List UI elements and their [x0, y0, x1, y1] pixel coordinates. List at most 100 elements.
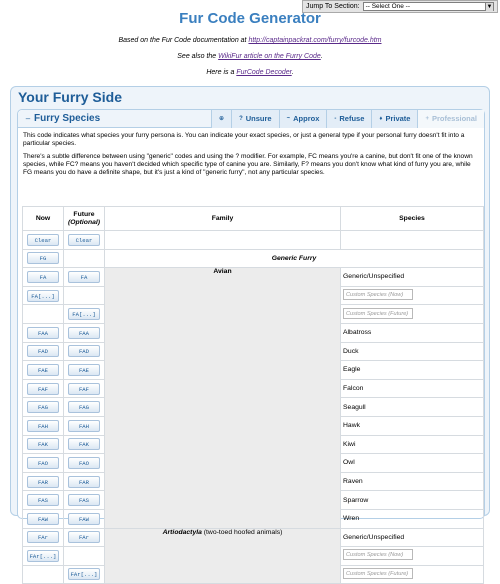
tab-refuse[interactable]: - Refuse: [326, 109, 372, 128]
code-button[interactable]: FAO: [68, 456, 100, 469]
species-name: Albatross: [340, 322, 484, 343]
family-avian: Avian: [104, 267, 341, 529]
clear-now-button[interactable]: Clear: [27, 233, 59, 246]
section-description-2: There's a subtle difference between usin…: [23, 153, 473, 176]
jump-label: Jump To Section:: [306, 3, 360, 10]
section-title: Furry Species: [34, 113, 101, 124]
intro-line-3: Here is a FurCode Decoder.: [0, 69, 500, 76]
custom-species-future-input[interactable]: Custom Species (Future): [343, 567, 413, 579]
tab-professional[interactable]: + Professional: [417, 109, 484, 128]
section-description-1: This code indicates what species your fu…: [23, 132, 465, 147]
family-artiodactyla-desc: (two-toed hoofed animals): [201, 528, 283, 536]
tab-add[interactable]: ⊕: [211, 109, 232, 128]
code-button[interactable]: FAS: [27, 494, 59, 507]
custom-species-now-input[interactable]: Custom Species (Now): [343, 289, 413, 301]
jump-selected-value: -- Select One --: [365, 3, 411, 10]
plus-icon: +: [425, 115, 429, 122]
minus-icon: -: [334, 115, 337, 122]
col-future-optional: (Optional): [67, 218, 101, 226]
custom-species-future-input[interactable]: Custom Species (Future): [343, 307, 413, 319]
code-button[interactable]: FAS: [68, 494, 100, 507]
intro-text-3: Here is a: [206, 69, 237, 76]
code-button[interactable]: FA: [68, 270, 100, 283]
diamond-icon: ♦: [379, 115, 383, 122]
code-button[interactable]: FAr: [27, 531, 59, 544]
species-name: Seagull: [340, 397, 484, 417]
species-name: Hawk: [340, 415, 484, 436]
code-button[interactable]: FG: [27, 252, 59, 265]
code-button[interactable]: FAE: [27, 363, 59, 376]
species-table: Now Future (Optional) Family Species Clea…: [22, 206, 484, 584]
table-row: Clear Clear: [22, 230, 484, 250]
species-name: Eagle: [340, 360, 484, 380]
tab-label: Approx: [293, 114, 320, 123]
family-artiodactyla-name: Artiodactyla: [162, 528, 202, 536]
intro-suffix-3: .: [291, 69, 294, 76]
code-button[interactable]: FAW: [27, 512, 59, 525]
intro-suffix-2: .: [320, 53, 323, 60]
species-name: Falcon: [340, 378, 484, 399]
furcode-decoder-link[interactable]: FurCode Decoder: [236, 69, 291, 76]
code-button[interactable]: FAH: [27, 419, 59, 432]
tab-label: Refuse: [339, 114, 365, 123]
col-future-label: Future: [73, 210, 95, 218]
table-row: FA FA Avian Generic/Unspecified: [22, 267, 484, 529]
species-name: Wren: [340, 508, 484, 529]
species-name: Sparrow: [340, 490, 484, 510]
code-button[interactable]: FAE: [68, 363, 100, 376]
tab-label: Professional: [431, 114, 477, 123]
col-now: Now: [22, 206, 64, 231]
intro-text-1: Based on the Fur Code documentation at: [118, 37, 249, 44]
col-future: Future (Optional): [63, 206, 105, 231]
code-button[interactable]: FAO: [27, 456, 59, 469]
code-button[interactable]: FAF: [68, 382, 100, 395]
code-button[interactable]: FAD: [68, 345, 100, 358]
tab-label: Unsure: [245, 114, 272, 123]
section-header: – Furry Species ⊕ ? Unsure ~ Approx - Refus…: [18, 109, 484, 128]
custom-now-button[interactable]: FAr[...]: [27, 549, 59, 562]
code-button[interactable]: FAG: [68, 401, 100, 414]
code-button[interactable]: FAH: [68, 419, 100, 432]
species-name: Generic/Unspecified: [340, 527, 484, 548]
code-button[interactable]: FAA: [27, 326, 59, 339]
custom-species-now-input[interactable]: Custom Species (Now): [343, 549, 413, 561]
code-button[interactable]: FAK: [27, 438, 59, 451]
tab-private[interactable]: ♦ Private: [371, 109, 418, 128]
species-name: Raven: [340, 471, 484, 492]
species-name: Duck: [340, 341, 484, 362]
question-icon: ?: [239, 115, 243, 122]
col-species: Species: [340, 206, 484, 231]
table-header-row: Now Future (Optional) Family Species: [22, 206, 484, 231]
code-button[interactable]: FAK: [68, 438, 100, 451]
intro-line-2: See also the WikiFur article on the Furr…: [0, 53, 500, 60]
tilde-icon: ~: [286, 115, 291, 122]
code-button[interactable]: FAF: [27, 382, 59, 395]
tab-unsure[interactable]: ? Unsure: [231, 109, 279, 128]
species-name: Generic/Unspecified: [340, 267, 484, 287]
code-button[interactable]: FAD: [27, 345, 59, 358]
clear-future-button[interactable]: Clear: [68, 233, 100, 246]
code-button[interactable]: FAG: [27, 401, 59, 414]
intro-line-1: Based on the Fur Code documentation at h…: [0, 37, 500, 44]
table-row: FAr FAr Artiodactyla (two-toed hoofed an…: [22, 527, 484, 584]
code-button[interactable]: FAW: [68, 512, 100, 525]
tab-approx[interactable]: ~ Approx: [278, 109, 327, 128]
panel-title: Your Furry Side: [18, 89, 122, 105]
code-button[interactable]: FAA: [68, 326, 100, 339]
code-button[interactable]: FAR: [68, 475, 100, 488]
your-furry-side-panel: Your Furry Side – Furry Species ⊕ ? Unsur…: [10, 86, 490, 584]
code-button[interactable]: FAr: [68, 531, 100, 544]
custom-future-button[interactable]: FA[...]: [68, 308, 100, 321]
furry-species-section: – Furry Species ⊕ ? Unsure ~ Approx - Refus…: [17, 109, 485, 584]
tab-label: Private: [385, 114, 411, 123]
wikifur-link[interactable]: WikiFur article on the Furry Code: [218, 53, 321, 60]
page-title: Fur Code Generator: [179, 10, 321, 27]
code-button[interactable]: FAR: [27, 475, 59, 488]
col-family: Family: [104, 206, 341, 231]
custom-future-button[interactable]: FAr[...]: [68, 568, 100, 581]
collapse-icon[interactable]: –: [22, 114, 34, 123]
furcode-doc-link[interactable]: http://captainpackrat.com/furry/furcode.…: [248, 37, 381, 44]
family-artiodactyla: Artiodactyla (two-toed hoofed animals): [104, 527, 341, 584]
code-button[interactable]: FA: [27, 270, 59, 283]
custom-now-button[interactable]: FA[...]: [27, 289, 59, 302]
